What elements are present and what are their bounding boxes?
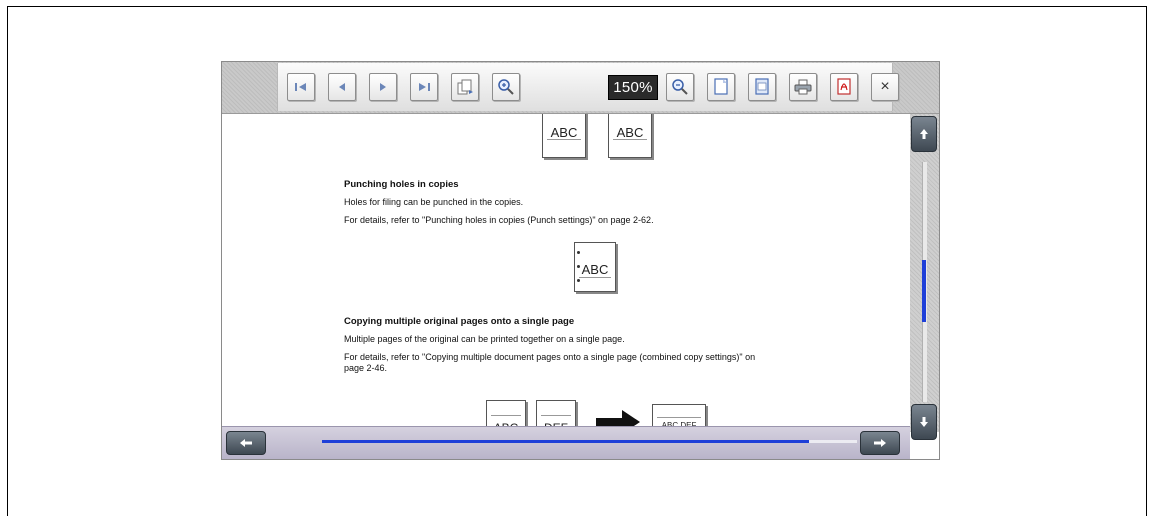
punched-page-icon: ABC	[574, 242, 616, 292]
toolbar-button-strip: 150% ×	[277, 63, 899, 111]
document-viewer: 150% × ABC ABC Punching holes in copies …	[221, 61, 940, 460]
last-page-button[interactable]	[410, 73, 438, 101]
zoom-out-button[interactable]	[666, 73, 694, 101]
fit-page-button[interactable]	[707, 73, 735, 101]
first-page-icon	[295, 83, 306, 91]
fit-width-button[interactable]	[748, 73, 776, 101]
close-icon: ×	[880, 78, 890, 95]
arrow-up-icon	[920, 129, 928, 139]
last-page-icon	[419, 83, 430, 91]
fit-width-icon	[755, 78, 769, 95]
section-text: For details, refer to "Punching holes in…	[344, 215, 654, 225]
next-page-icon	[380, 83, 386, 91]
page-icon: ABC	[608, 114, 652, 158]
rotate-page-icon	[457, 79, 473, 95]
scroll-down-button[interactable]	[911, 404, 937, 440]
scroll-right-button[interactable]	[860, 431, 900, 455]
scroll-left-button[interactable]	[226, 431, 266, 455]
document-page: ABC ABC Punching holes in copies Holes f…	[222, 114, 910, 432]
scroll-up-button[interactable]	[911, 116, 937, 152]
section-heading: Punching holes in copies	[344, 179, 459, 190]
section-text: For details, refer to "Copying multiple …	[344, 352, 756, 362]
pdf-button[interactable]	[830, 73, 858, 101]
close-button[interactable]: ×	[871, 73, 899, 101]
previous-page-button[interactable]	[328, 73, 356, 101]
arrow-down-icon	[920, 417, 928, 427]
section-heading: Copying multiple original pages onto a s…	[344, 316, 575, 327]
rotate-page-button[interactable]	[451, 73, 479, 101]
vertical-scrollbar[interactable]	[910, 114, 939, 440]
section-text: Multiple pages of the original can be pr…	[344, 334, 625, 344]
toolbar: 150% ×	[222, 62, 939, 114]
arrow-right-icon	[874, 439, 886, 447]
zoom-level-display: 150%	[608, 75, 658, 100]
zoom-in-icon	[498, 79, 514, 95]
pdf-icon	[837, 78, 851, 95]
vertical-scroll-thumb[interactable]	[922, 259, 926, 322]
print-icon	[794, 79, 812, 95]
fit-page-icon	[714, 78, 728, 95]
previous-page-icon	[339, 83, 345, 91]
next-page-button[interactable]	[369, 73, 397, 101]
zoom-in-button[interactable]	[492, 73, 520, 101]
zoom-out-icon	[672, 79, 688, 95]
first-page-button[interactable]	[287, 73, 315, 101]
print-button[interactable]	[789, 73, 817, 101]
section-text: page 2-46.	[344, 363, 388, 373]
arrow-left-icon	[240, 439, 252, 447]
horizontal-scrollbar[interactable]	[222, 426, 910, 459]
section-text: Holes for filing can be punched in the c…	[344, 197, 524, 207]
page-icon: ABC	[542, 114, 586, 158]
horizontal-scroll-thumb[interactable]	[322, 440, 810, 443]
